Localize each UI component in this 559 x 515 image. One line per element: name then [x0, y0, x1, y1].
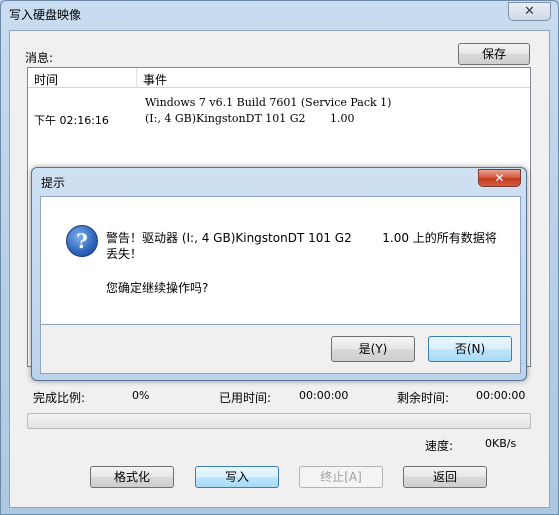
elapsed-value: 00:00:00 [299, 389, 349, 402]
window-close-button[interactable]: ✕ [508, 2, 551, 21]
log-column-time[interactable]: 时间 [34, 71, 58, 88]
log-event: Windows 7 v6.1 Build 7601 (Service Pack … [145, 96, 392, 109]
no-button[interactable]: 否(N) [428, 336, 512, 362]
dialog-footer: 是(Y) 否(N) [40, 325, 521, 374]
progress-bar [27, 413, 531, 429]
back-button[interactable]: 返回 [403, 466, 487, 488]
column-separator [136, 68, 137, 88]
confirm-dialog: 提示 ✕ ? 警告！驱动器 (I:, 4 GB)KingstonDT 101 G… [31, 167, 527, 381]
warning-message-line2: 丢失！ [106, 247, 143, 261]
window-title: 写入硬盘映像 [9, 8, 82, 22]
log-header: 时间 事件 [28, 68, 530, 88]
completion-label: 完成比例: [33, 391, 86, 405]
speed-value: 0KB/s [485, 437, 517, 450]
write-button[interactable]: 写入 [195, 466, 279, 488]
log-time: 下午 02:16:16 [34, 114, 109, 127]
completion-value: 0% [132, 389, 150, 402]
messages-label: 消息: [25, 51, 54, 65]
close-icon: ✕ [494, 171, 505, 185]
confirm-question: 您确定继续操作吗? [106, 281, 209, 295]
stop-button[interactable]: 终止[A] [299, 466, 383, 488]
dialog-title: 提示 [41, 176, 66, 190]
yes-button[interactable]: 是(Y) [331, 336, 415, 362]
speed-label: 速度: [425, 439, 454, 453]
log-column-event[interactable]: 事件 [143, 71, 167, 88]
remaining-label: 剩余时间: [397, 391, 450, 405]
warning-message-line1: 警告！驱动器 (I:, 4 GB)KingstonDT 101 G2 1.00 … [106, 231, 497, 245]
remaining-value: 00:00:00 [476, 389, 526, 402]
close-icon: ✕ [524, 4, 535, 19]
elapsed-label: 已用时间: [219, 391, 272, 405]
save-button[interactable]: 保存 [458, 43, 530, 65]
log-event: (I:, 4 GB)KingstonDT 101 G2 1.00 [145, 112, 355, 125]
dialog-body: ? 警告！驱动器 (I:, 4 GB)KingstonDT 101 G2 1.0… [40, 196, 521, 325]
question-icon: ? [66, 225, 98, 257]
dialog-close-button[interactable]: ✕ [478, 169, 521, 187]
format-button[interactable]: 格式化 [90, 466, 174, 488]
